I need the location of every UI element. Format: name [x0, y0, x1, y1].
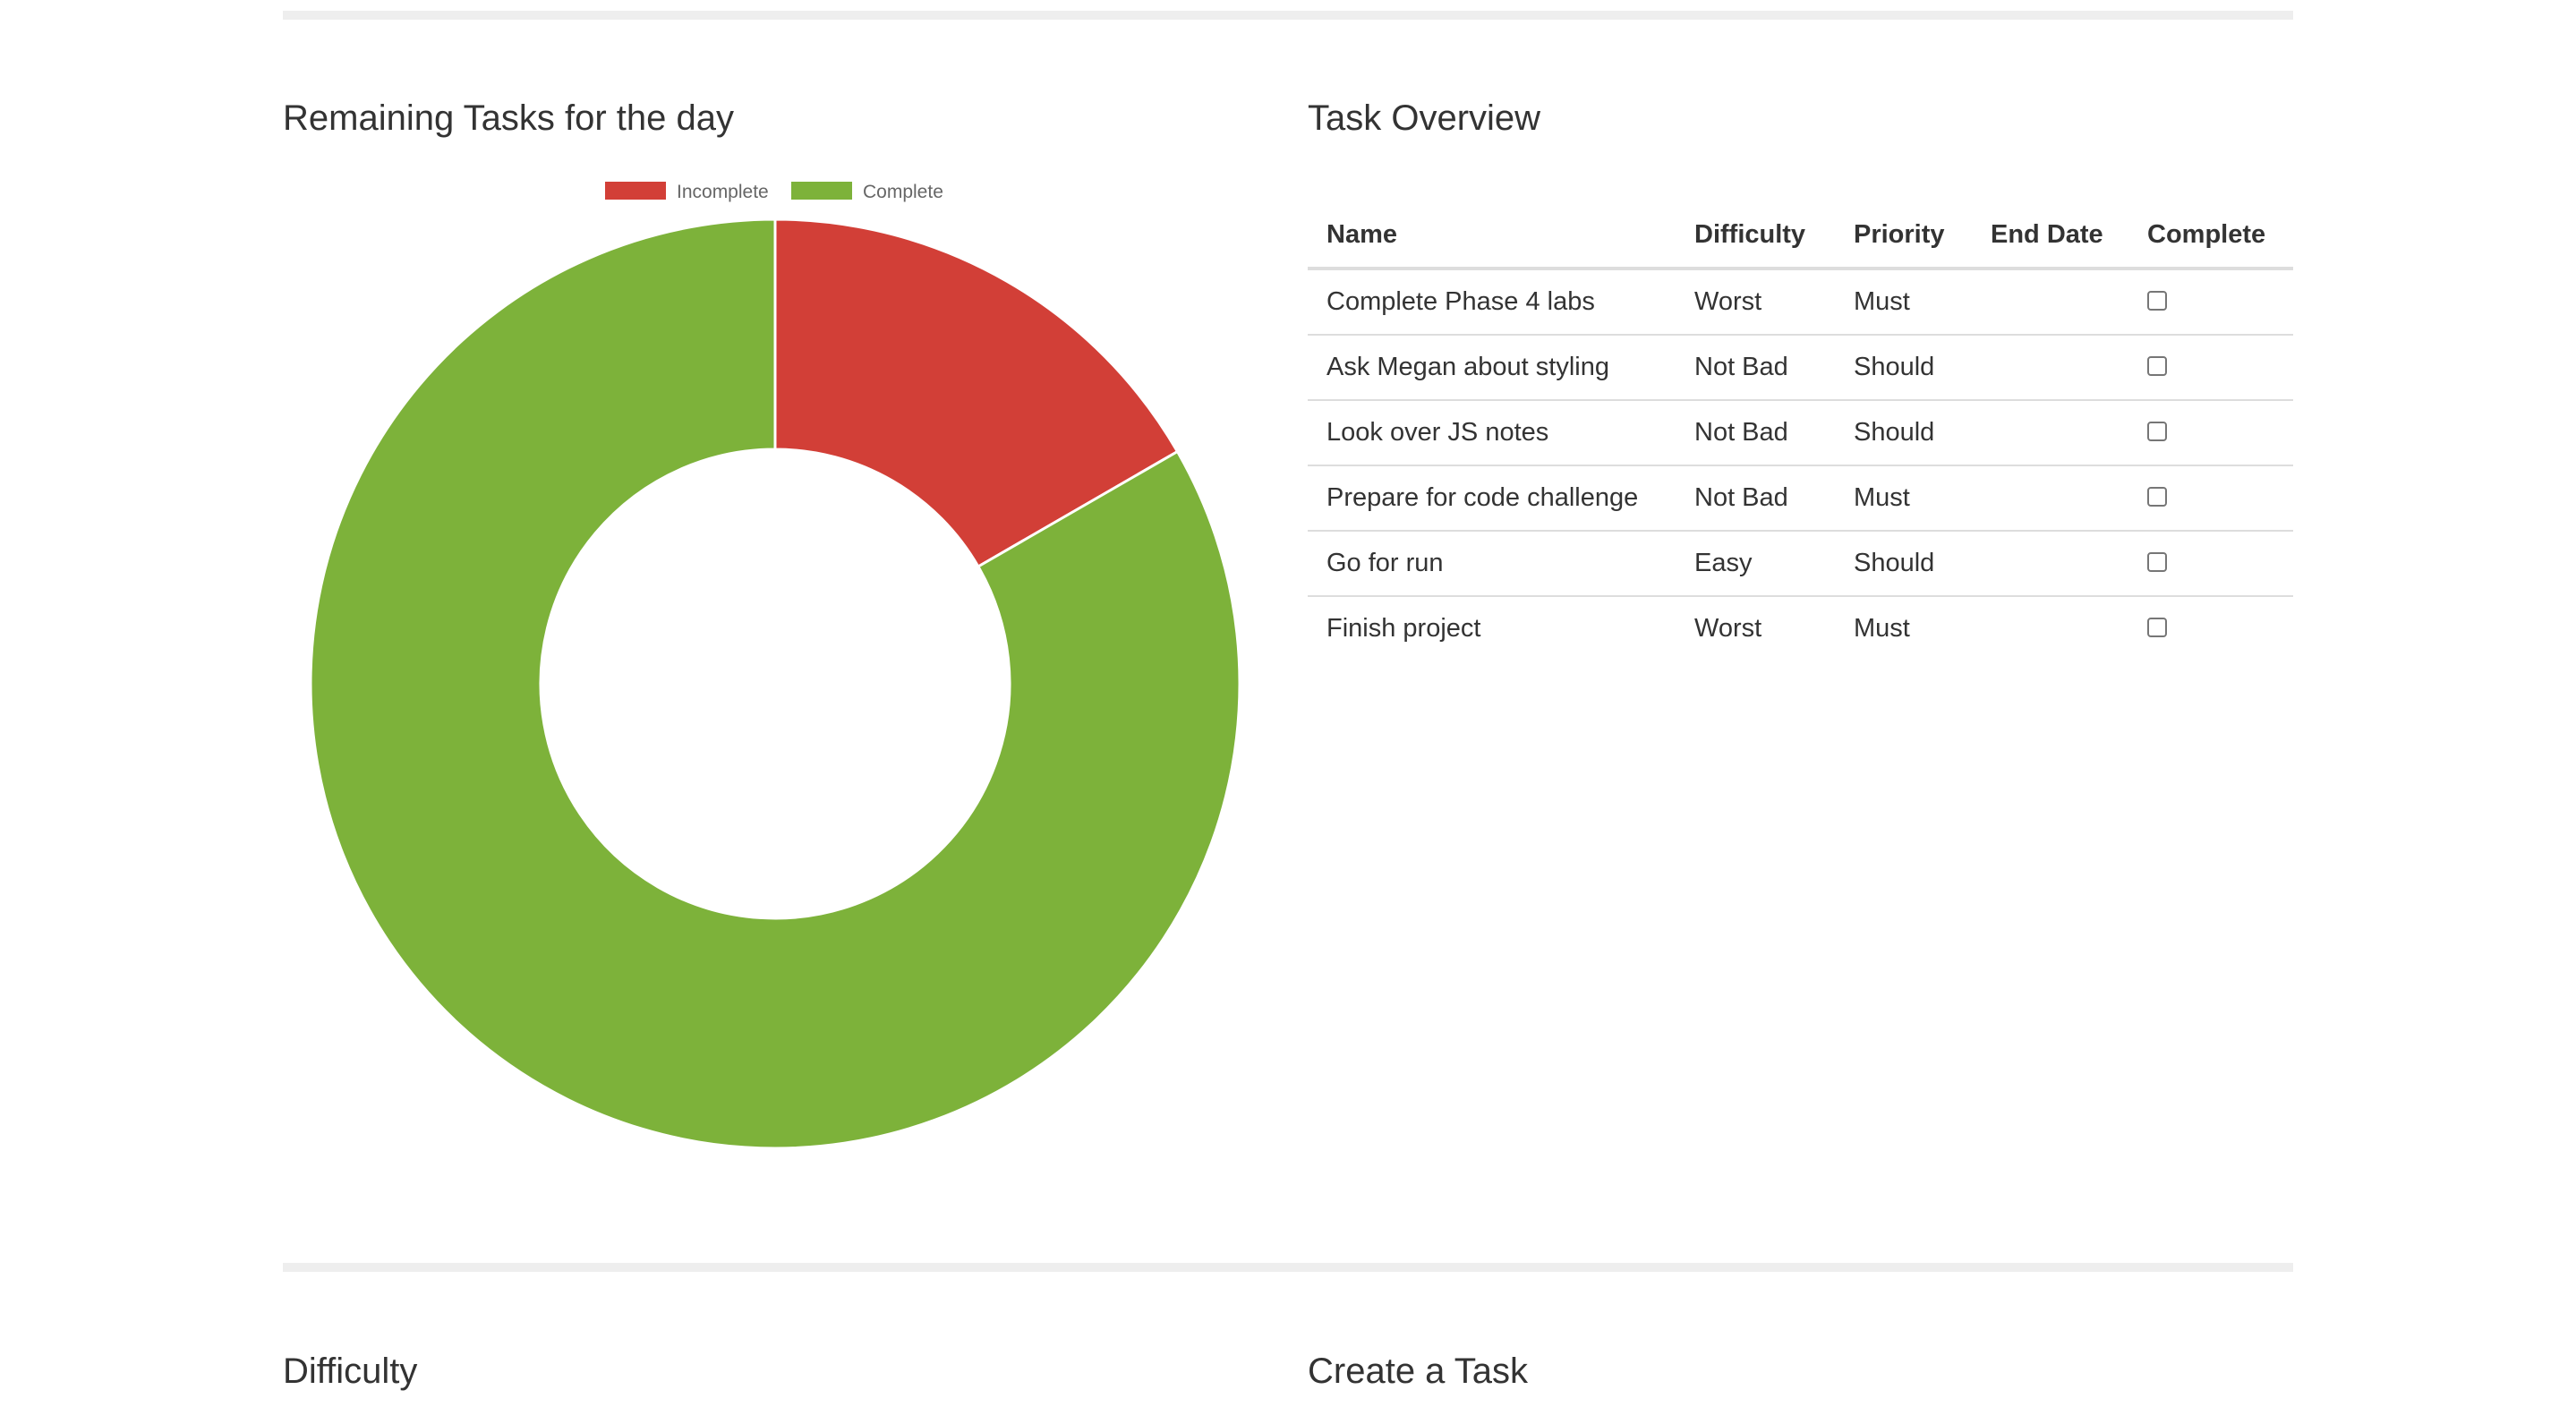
task-overview-table: Name Difficulty Priority End Date Comple…	[1308, 203, 2293, 661]
cell-difficulty: Not Bad	[1676, 465, 1835, 531]
cell-name: Ask Megan about styling	[1308, 334, 1676, 400]
table-row: Prepare for code challenge Not Bad Must	[1308, 465, 2293, 531]
legend-swatch-complete	[791, 182, 852, 200]
difficulty-title: Difficulty	[283, 1352, 418, 1391]
legend-item-complete[interactable]: Complete	[791, 182, 943, 202]
cell-end-date	[1972, 595, 2128, 661]
cell-complete	[2128, 595, 2293, 661]
cell-difficulty: Worst	[1676, 595, 1835, 661]
table-header-row: Name Difficulty Priority End Date Comple…	[1308, 203, 2293, 270]
complete-checkbox[interactable]	[2147, 487, 2167, 507]
cell-name: Look over JS notes	[1308, 399, 1676, 465]
cell-end-date	[1972, 399, 2128, 465]
cell-complete	[2128, 334, 2293, 400]
doughnut-chart-svg: Incomplete Complete	[309, 182, 1241, 1150]
column-header-priority: Priority	[1835, 203, 1972, 270]
cell-difficulty: Easy	[1676, 530, 1835, 596]
complete-checkbox[interactable]	[2147, 552, 2167, 573]
complete-checkbox[interactable]	[2147, 618, 2167, 638]
remaining-tasks-title: Remaining Tasks for the day	[283, 98, 734, 138]
legend-item-incomplete[interactable]: Incomplete	[605, 182, 769, 202]
chart-slices	[309, 217, 1241, 1150]
table-row: Go for run Easy Should	[1308, 530, 2293, 596]
column-header-complete: Complete	[2128, 203, 2293, 270]
cell-difficulty: Worst	[1694, 287, 1762, 316]
column-header-end-date: End Date	[1972, 203, 2128, 270]
cell-priority: Should	[1835, 530, 1972, 596]
cell-end-date	[1972, 269, 2128, 335]
cell-name: Prepare for code challenge	[1308, 465, 1676, 531]
create-task-title: Create a Task	[1308, 1352, 1529, 1391]
chart-legend: Incomplete Complete	[605, 182, 943, 202]
complete-checkbox[interactable]	[2147, 291, 2167, 311]
table-row: Ask Megan about styling Not Bad Should	[1308, 334, 2293, 400]
cell-priority: Must	[1835, 465, 1972, 531]
legend-label-incomplete: Incomplete	[677, 182, 769, 202]
task-table-body: Complete Phase 4 labs Worst Must Ask Megan …	[1308, 269, 2293, 661]
task-overview-title: Task Overview	[1308, 98, 1541, 138]
cell-name: Go for run	[1308, 530, 1676, 596]
column-header-name: Name	[1308, 203, 1676, 270]
legend-label-complete: Complete	[863, 182, 943, 202]
cell-priority: Should	[1835, 399, 1972, 465]
cell-priority: Must	[1835, 595, 1972, 661]
cell-difficulty: Not Bad	[1676, 399, 1835, 465]
cell-complete	[2128, 399, 2293, 465]
complete-checkbox[interactable]	[2147, 356, 2167, 377]
cell-difficulty: Not Bad	[1676, 334, 1835, 400]
cell-complete	[2128, 465, 2293, 531]
legend-swatch-incomplete	[605, 182, 666, 200]
cell-name: Finish project	[1308, 595, 1676, 661]
column-header-difficulty: Difficulty	[1676, 203, 1835, 270]
cell-priority: Should	[1835, 334, 1972, 400]
remaining-tasks-chart: Incomplete Complete	[283, 170, 1267, 1172]
cell-complete	[2128, 269, 2293, 335]
table-row: Finish project Worst Must	[1308, 595, 2293, 661]
complete-checkbox[interactable]	[2147, 422, 2167, 442]
table-row: Complete Phase 4 labs Worst Must	[1308, 269, 2293, 335]
cell-complete	[2128, 530, 2293, 596]
cell-end-date	[1972, 465, 2128, 531]
table-row: Look over JS notes Not Bad Should	[1308, 399, 2293, 465]
cell-end-date	[1972, 530, 2128, 596]
cell-priority: Must	[1854, 287, 1910, 316]
cell-name: Complete Phase 4 labs	[1326, 287, 1595, 316]
section-divider-top	[283, 11, 2293, 20]
cell-end-date	[1972, 334, 2128, 400]
section-divider-middle	[283, 1263, 2293, 1272]
